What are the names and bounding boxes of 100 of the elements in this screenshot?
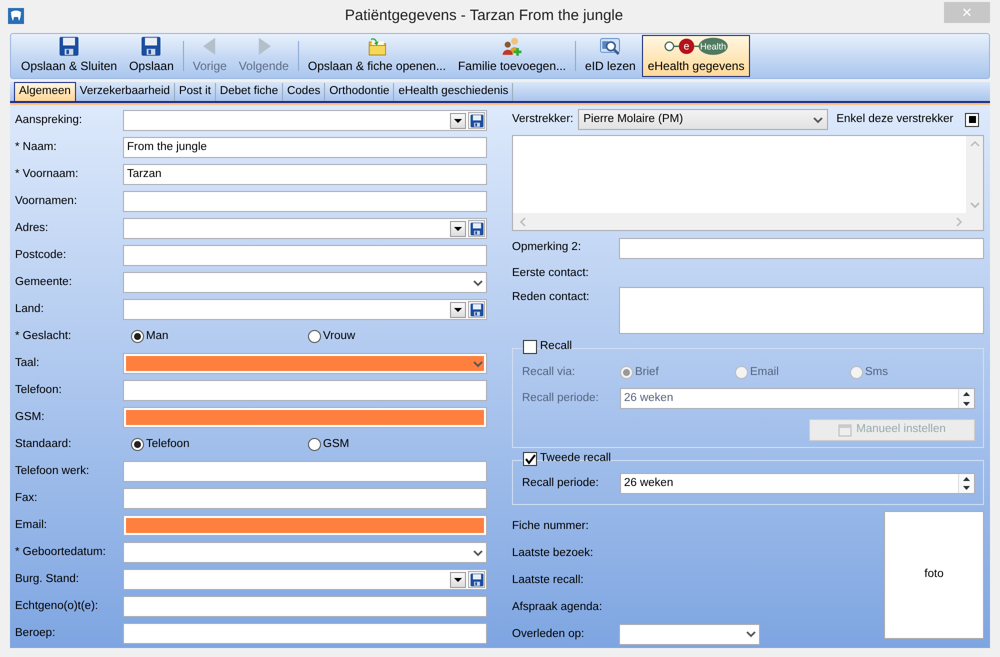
field-label: * Geboortedatum: <box>15 546 107 560</box>
spin-field[interactable]: 26 weken <box>620 473 975 494</box>
field-label: Burg. Stand: <box>15 572 80 586</box>
save-button[interactable] <box>468 571 485 588</box>
field-label: Echtgeno(o)t(e): <box>15 600 100 614</box>
date-field[interactable] <box>619 624 760 645</box>
dropdown-field[interactable] <box>123 272 487 293</box>
text-field[interactable] <box>123 380 487 401</box>
caret-icon <box>454 226 462 230</box>
field-label: Gemeente: <box>15 276 73 290</box>
radio-label: Man <box>146 330 168 344</box>
field-label: Recall periode: <box>522 476 600 490</box>
photo-label: foto <box>924 568 944 582</box>
checkbox[interactable] <box>965 112 979 127</box>
dropdown-field[interactable] <box>123 542 487 563</box>
field-label: Recall periode: <box>522 392 600 406</box>
dropdown-button[interactable] <box>450 302 466 318</box>
save-button[interactable] <box>468 112 485 129</box>
text-field[interactable] <box>123 596 487 617</box>
radio-button[interactable] <box>131 330 144 343</box>
toolbar-button[interactable]: Opslaan & Sluiten <box>15 35 124 77</box>
dropdown-field[interactable] <box>123 299 487 320</box>
scroll-right-icon[interactable] <box>955 216 963 227</box>
notes-field[interactable] <box>512 134 984 232</box>
field-label: Telefoon werk: <box>15 464 90 478</box>
toolbar-button[interactable]: Familie toevoegen... <box>452 35 572 77</box>
save-button[interactable] <box>468 301 485 318</box>
field-label: Verstrekker: <box>512 113 574 127</box>
dropdown-button[interactable] <box>450 220 466 236</box>
calendar-icon <box>838 423 852 438</box>
field-label: GSM: <box>15 410 46 424</box>
tab[interactable]: Orthodontie <box>325 83 394 101</box>
radio-label: Sms <box>865 366 888 380</box>
text-field[interactable] <box>123 461 487 482</box>
checkbox[interactable] <box>523 452 537 466</box>
field-label: * Naam: <box>15 140 58 154</box>
dropdown-field[interactable]: Pierre Molaire (PM) <box>578 109 828 130</box>
chevron-down-icon[interactable] <box>473 278 483 286</box>
text-field[interactable] <box>619 287 984 334</box>
spin-up-button[interactable] <box>959 389 974 399</box>
radio-label: Brief <box>635 366 659 380</box>
dropdown-field[interactable] <box>123 353 487 374</box>
radio-label: Email <box>750 366 779 380</box>
text-field[interactable] <box>123 623 487 644</box>
field-label: Aanspreking: <box>15 114 84 128</box>
chevron-down-icon[interactable] <box>813 116 824 124</box>
field-label: * Geslacht: <box>15 330 72 344</box>
ehealth-logo: e Health <box>658 36 734 57</box>
field-label: Postcode: <box>15 248 68 262</box>
save-button[interactable] <box>468 220 485 237</box>
text-field[interactable] <box>123 245 487 266</box>
radio-label: GSM <box>323 438 350 452</box>
radio-button[interactable] <box>308 438 321 451</box>
dropdown-button[interactable] <box>450 112 466 128</box>
chevron-down-icon[interactable] <box>746 630 756 638</box>
scroll-down-icon[interactable] <box>970 201 980 210</box>
tab[interactable]: Debet fiche <box>216 83 284 101</box>
text-field[interactable]: From the jungle <box>123 137 487 158</box>
chevron-down-icon[interactable] <box>473 360 483 368</box>
dropdown-field[interactable] <box>123 110 487 131</box>
tooth-icon <box>8 8 24 24</box>
checkmark-icon <box>524 453 536 466</box>
radio-button[interactable] <box>131 438 144 451</box>
text-field[interactable]: Tarzan <box>123 164 487 185</box>
dropdown-field[interactable] <box>123 569 487 590</box>
text-field[interactable] <box>619 238 984 259</box>
id-card-icon <box>598 36 622 57</box>
tab[interactable]: Codes <box>283 83 326 101</box>
caret-icon <box>454 118 462 122</box>
field-label: Taal: <box>15 356 40 370</box>
dropdown-field[interactable] <box>123 218 487 239</box>
field-label: * Voornaam: <box>15 168 80 182</box>
spin-up-button[interactable] <box>959 474 974 484</box>
tab[interactable]: eHealth geschiedenis <box>394 83 514 101</box>
toolbar-button[interactable]: Opslaan & fiche openen... <box>302 35 452 77</box>
toolbar-button[interactable]: eID lezen <box>579 35 642 77</box>
dropdown-button[interactable] <box>450 572 466 588</box>
text-field[interactable] <box>123 407 487 428</box>
toolbar-button[interactable]: e Health eHealth gegevens <box>642 35 750 77</box>
scroll-left-icon[interactable] <box>519 216 527 227</box>
scroll-up-icon[interactable] <box>970 140 980 148</box>
field-label: Standaard: <box>15 438 72 452</box>
tab[interactable]: Post it <box>174 83 216 101</box>
text-field[interactable] <box>123 515 487 536</box>
tab[interactable]: Verzekerbaarheid <box>76 83 175 101</box>
radio-button[interactable] <box>308 330 321 343</box>
tab[interactable]: Algemeen <box>14 82 76 101</box>
field-label: Recall via: <box>522 366 576 380</box>
down-icon <box>963 402 970 406</box>
toolbar-button[interactable]: Opslaan <box>123 35 180 77</box>
up-icon <box>963 392 970 396</box>
checkbox-label: Recall <box>540 340 572 354</box>
text-field[interactable] <box>123 191 487 212</box>
field-label: Telefoon: <box>15 384 63 398</box>
field-label: Voornamen: <box>15 194 78 208</box>
chevron-down-icon[interactable] <box>473 548 483 556</box>
radio-label: Vrouw <box>323 330 356 344</box>
field-label: Opmerking 2: <box>512 241 582 256</box>
text-field[interactable] <box>123 488 487 509</box>
field-label: Fax: <box>15 492 38 506</box>
